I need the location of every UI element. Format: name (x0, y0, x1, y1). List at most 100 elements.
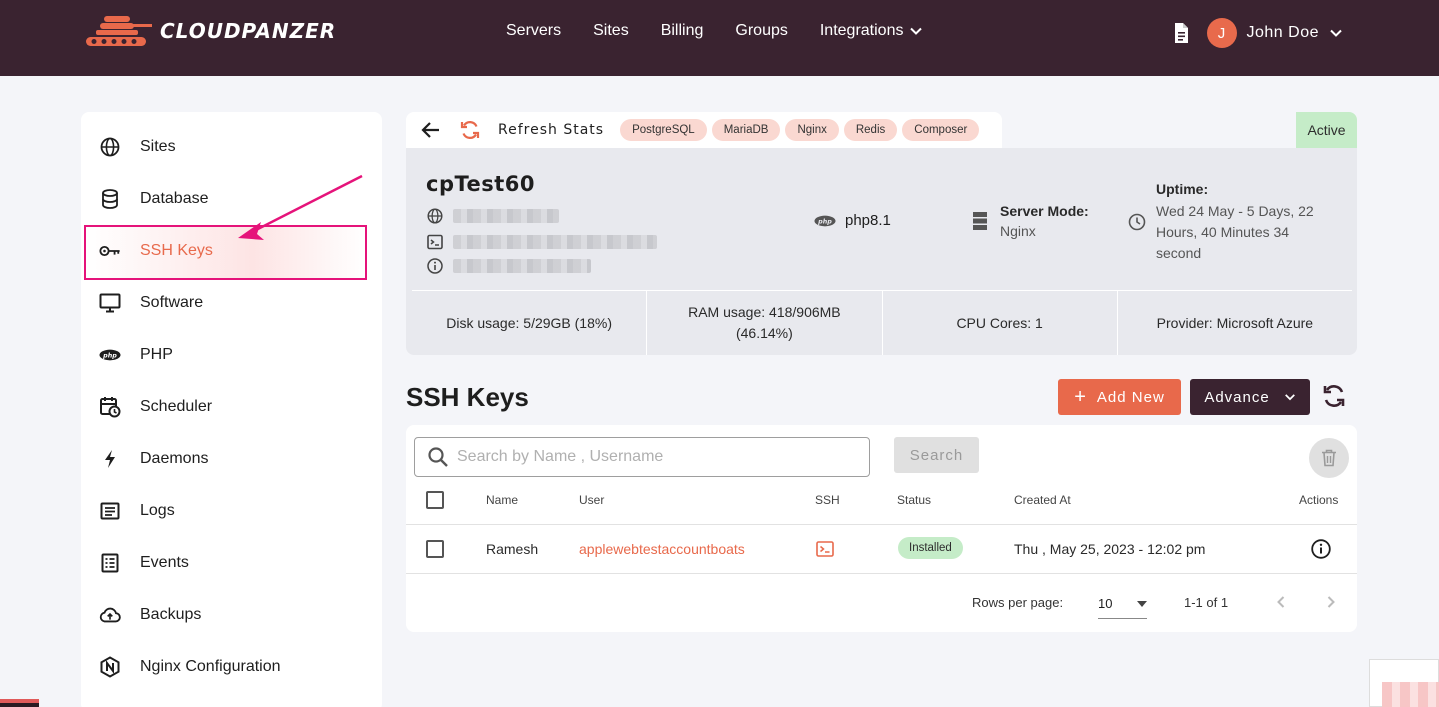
chat-widget[interactable] (1369, 659, 1439, 707)
refresh-icon[interactable] (459, 119, 481, 141)
document-icon[interactable] (1169, 21, 1193, 45)
software-chip: Nginx (785, 119, 839, 141)
sidebar-item-label: Daemons (140, 450, 209, 467)
chevron-down-icon (910, 27, 923, 35)
globe-icon (99, 136, 121, 158)
sidebar-item-label: Logs (140, 502, 175, 519)
nav-servers[interactable]: Servers (506, 22, 561, 40)
cpu-cores-value: 1 (1035, 314, 1043, 331)
sidebar-item-label: Sites (140, 138, 176, 155)
list-icon (99, 552, 121, 574)
server-rack-icon (973, 212, 987, 230)
nav-sites[interactable]: Sites (593, 22, 629, 40)
column-header-user[interactable]: User (579, 493, 604, 507)
row-checkbox[interactable] (426, 540, 444, 558)
server-info-row (427, 258, 591, 274)
page-title: SSH Keys (406, 382, 529, 412)
server-name: cpTest60 (426, 172, 536, 196)
select-all-checkbox[interactable] (426, 491, 444, 509)
sidebar-item-label: Events (140, 554, 189, 571)
brand-logo[interactable]: CLOUDPANZER (82, 10, 336, 52)
sidebar-item-ssh-keys[interactable]: SSH Keys (99, 236, 213, 266)
software-chips: PostgreSQL MariaDB Nginx Redis Composer (620, 119, 980, 141)
sidebar-item-events[interactable]: Events (99, 548, 189, 578)
search-field[interactable] (414, 437, 870, 477)
sidebar-item-scheduler[interactable]: Scheduler (99, 392, 212, 422)
uptime: Uptime: Wed 24 May - 5 Days, 22 Hours, 4… (1128, 181, 1336, 264)
server-stats-bar: Refresh Stats PostgreSQL MariaDB Nginx R… (406, 112, 1002, 148)
sidebar-item-sites[interactable]: Sites (99, 132, 176, 162)
sidebar-item-backups[interactable]: Backups (99, 600, 201, 630)
search-button[interactable]: Search (894, 437, 979, 473)
column-header-created[interactable]: Created At (1014, 493, 1071, 507)
advance-button[interactable]: Advance (1190, 379, 1310, 415)
column-header-status[interactable]: Status (897, 493, 931, 507)
sidebar-item-daemons[interactable]: Daemons (99, 444, 208, 474)
rows-per-page-value: 10 (1098, 596, 1113, 611)
globe-icon (427, 208, 443, 224)
sidebar-item-database[interactable]: Database (99, 184, 209, 214)
rows-per-page-select[interactable]: 10 (1098, 589, 1147, 619)
chevron-left-icon[interactable] (1274, 595, 1288, 609)
calendar-clock-icon (99, 396, 121, 418)
logs-icon (99, 500, 121, 522)
back-arrow-icon[interactable] (420, 119, 442, 141)
info-icon (427, 258, 443, 274)
cpu-cores: CPU Cores: 1 (882, 290, 1118, 355)
delete-button[interactable] (1309, 438, 1349, 478)
php-version-value: php8.1 (845, 212, 891, 229)
nav-groups[interactable]: Groups (735, 22, 787, 40)
search-input[interactable] (457, 448, 857, 466)
disk-usage-value: 5/29GB (18%) (523, 314, 612, 331)
refresh-stats-label[interactable]: Refresh Stats (498, 122, 604, 138)
column-header-actions: Actions (1299, 493, 1339, 507)
disk-usage: Disk usage: 5/29GB (18%) (412, 290, 648, 355)
disk-usage-label: Disk usage: (446, 314, 520, 331)
server-mode: Server Mode: Nginx (972, 203, 1089, 239)
info-icon[interactable] (1311, 539, 1331, 559)
redacted-text (453, 209, 559, 223)
sidebar-item-label: Backups (140, 606, 202, 623)
sidebar-item-label: Scheduler (140, 398, 213, 415)
sidebar-item-label: Nginx Configuration (140, 658, 281, 675)
cloud-upload-icon (99, 604, 121, 626)
server-info-panel: cpTest60 php php8.1 Server Mode: Nginx U… (406, 148, 1357, 355)
sidebar-item-software[interactable]: Software (99, 288, 203, 318)
provider-value: Microsoft Azure (1216, 314, 1314, 331)
chevron-down-icon[interactable] (1329, 26, 1343, 40)
status-badge: Active (1296, 112, 1357, 148)
nav-integrations-label: Integrations (819, 22, 904, 39)
widget-preview (1382, 682, 1439, 707)
chevron-right-icon[interactable] (1324, 595, 1338, 609)
software-chip: Redis (843, 119, 898, 141)
bottom-edge-element (0, 703, 39, 707)
nav-billing[interactable]: Billing (661, 22, 704, 40)
php-icon: php (814, 215, 836, 226)
sync-icon[interactable] (1321, 383, 1347, 409)
server-mode-label: Server Mode: (1000, 203, 1089, 219)
avatar[interactable]: J (1206, 18, 1237, 48)
sidebar-item-logs[interactable]: Logs (99, 496, 175, 526)
database-icon (99, 188, 121, 210)
column-header-name[interactable]: Name (486, 493, 518, 507)
user-name[interactable]: John Doe (1247, 24, 1320, 42)
row-created-at: Thu , May 25, 2023 - 12:02 pm (1014, 541, 1206, 557)
divider (406, 524, 1357, 525)
svg-text:php: php (817, 217, 832, 225)
advance-label: Advance (1204, 388, 1270, 406)
terminal-icon[interactable] (816, 541, 834, 557)
svg-text:php: php (102, 351, 117, 359)
row-user-link[interactable]: applewebtestaccountboats (579, 541, 745, 557)
sidebar-item-label: Database (140, 190, 209, 207)
sidebar-item-php[interactable]: php PHP (99, 340, 173, 370)
sidebar-item-nginx-configuration[interactable]: Nginx Configuration (99, 652, 281, 682)
rows-per-page-label: Rows per page: (972, 595, 1064, 610)
user-area: J John Doe (1169, 18, 1344, 48)
ssh-keys-table-card: Search Name User SSH Status Created At A… (406, 425, 1357, 632)
search-icon (428, 447, 448, 467)
trash-icon (1322, 449, 1336, 467)
nav-integrations[interactable]: Integrations (820, 22, 924, 40)
redacted-text (453, 235, 657, 249)
column-header-ssh: SSH (815, 493, 840, 507)
add-new-button[interactable]: + Add New (1058, 379, 1181, 415)
